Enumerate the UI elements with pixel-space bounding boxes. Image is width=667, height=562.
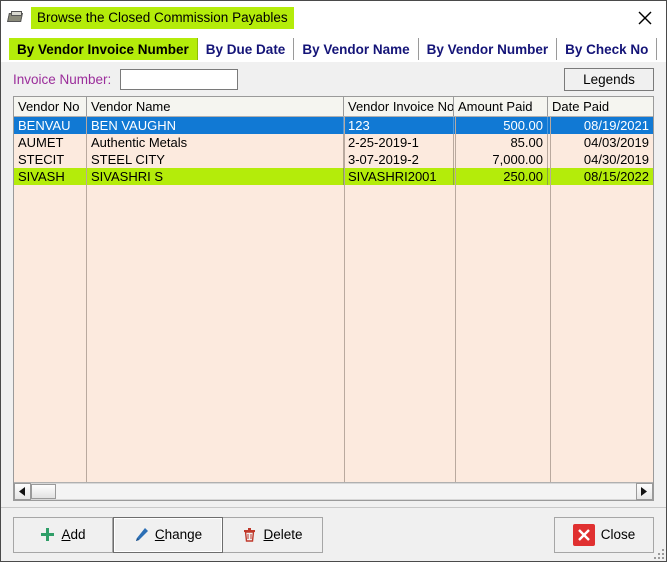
- cell-vendor-name: Authentic Metals: [87, 134, 344, 151]
- add-button[interactable]: Add: [13, 517, 113, 553]
- cell-date-paid: 08/15/2022: [548, 168, 653, 185]
- browse-closed-commission-payables-window: Browse the Closed Commission Payables By…: [0, 0, 667, 562]
- table-row[interactable]: AUMET Authentic Metals 2-25-2019-1 85.00…: [14, 134, 653, 151]
- change-button-label: Change: [155, 527, 202, 542]
- horizontal-scrollbar[interactable]: [14, 482, 653, 500]
- delete-button[interactable]: Delete: [223, 517, 323, 553]
- change-button-rest: hange: [165, 527, 203, 542]
- change-button[interactable]: Change: [113, 517, 223, 553]
- close-x-icon: [573, 524, 595, 546]
- delete-button-label: Delete: [263, 527, 302, 542]
- pencil-icon: [134, 527, 149, 542]
- plus-icon: [40, 527, 55, 542]
- column-header-vendor-name[interactable]: Vendor Name: [87, 97, 344, 116]
- close-icon[interactable]: [634, 7, 656, 29]
- table-row[interactable]: STECIT STEEL CITY 3-07-2019-2 7,000.00 0…: [14, 151, 653, 168]
- cell-vendor-no: STECIT: [14, 151, 87, 168]
- trash-icon: [242, 527, 257, 542]
- column-header-amount-paid[interactable]: Amount Paid: [454, 97, 548, 116]
- filter-bar: Invoice Number: Legends: [1, 62, 666, 96]
- cell-vendor-invoice-no: 3-07-2019-2: [344, 151, 454, 168]
- invoice-number-label: Invoice Number:: [13, 72, 111, 87]
- close-button-label: Close: [601, 527, 636, 542]
- cell-vendor-name: SIVASHRI S: [87, 168, 344, 185]
- action-bar: Add Change Delete: [1, 507, 666, 561]
- legends-button[interactable]: Legends: [564, 68, 654, 91]
- printer-icon: [7, 10, 25, 26]
- cell-amount-paid: 85.00: [454, 134, 548, 151]
- cell-vendor-invoice-no: SIVASHRI2001: [344, 168, 454, 185]
- add-button-label: Add: [61, 527, 85, 542]
- tab-by-vendor-name[interactable]: By Vendor Name: [294, 38, 418, 62]
- cell-vendor-name: BEN VAUGHN: [87, 117, 344, 134]
- cell-amount-paid: 250.00: [454, 168, 548, 185]
- title-bar: Browse the Closed Commission Payables: [1, 1, 666, 34]
- tab-by-due-date[interactable]: By Due Date: [198, 38, 295, 62]
- column-header-vendor-no[interactable]: Vendor No: [14, 97, 87, 116]
- cell-date-paid: 08/19/2021: [548, 117, 653, 134]
- scrollbar-track[interactable]: [31, 483, 636, 500]
- triangle-right-icon[interactable]: [636, 483, 653, 500]
- window-title: Browse the Closed Commission Payables: [31, 7, 294, 29]
- table-row[interactable]: BENVAU BEN VAUGHN 123 500.00 08/19/2021: [14, 117, 653, 134]
- cell-vendor-no: SIVASH: [14, 168, 87, 185]
- tab-by-vendor-invoice-number[interactable]: By Vendor Invoice Number: [9, 38, 198, 62]
- tab-strip: By Vendor Invoice Number By Due Date By …: [1, 34, 666, 62]
- cell-vendor-invoice-no: 2-25-2019-1: [344, 134, 454, 151]
- invoice-number-input[interactable]: [120, 69, 238, 90]
- scrollbar-thumb[interactable]: [31, 484, 56, 499]
- grid-body[interactable]: BENVAU BEN VAUGHN 123 500.00 08/19/2021 …: [14, 117, 653, 482]
- cell-vendor-invoice-no: 123: [344, 117, 454, 134]
- cell-date-paid: 04/03/2019: [548, 134, 653, 151]
- triangle-left-icon[interactable]: [14, 483, 31, 500]
- tab-by-check-no[interactable]: By Check No: [557, 38, 657, 62]
- cell-vendor-name: STEEL CITY: [87, 151, 344, 168]
- add-button-rest: dd: [70, 527, 85, 542]
- payables-grid: Vendor No Vendor Name Vendor Invoice No …: [13, 96, 654, 501]
- cell-amount-paid: 500.00: [454, 117, 548, 134]
- cell-date-paid: 04/30/2019: [548, 151, 653, 168]
- resize-grip[interactable]: [651, 546, 664, 559]
- close-button[interactable]: Close: [554, 517, 654, 553]
- column-header-vendor-invoice-no[interactable]: Vendor Invoice No: [344, 97, 454, 116]
- delete-button-rest: elete: [273, 527, 302, 542]
- cell-vendor-no: AUMET: [14, 134, 87, 151]
- table-row[interactable]: SIVASH SIVASHRI S SIVASHRI2001 250.00 08…: [14, 168, 653, 185]
- column-header-date-paid[interactable]: Date Paid: [548, 97, 653, 116]
- cell-vendor-no: BENVAU: [14, 117, 87, 134]
- tab-by-vendor-number[interactable]: By Vendor Number: [419, 38, 558, 62]
- grid-header-row: Vendor No Vendor Name Vendor Invoice No …: [14, 97, 653, 117]
- cell-amount-paid: 7,000.00: [454, 151, 548, 168]
